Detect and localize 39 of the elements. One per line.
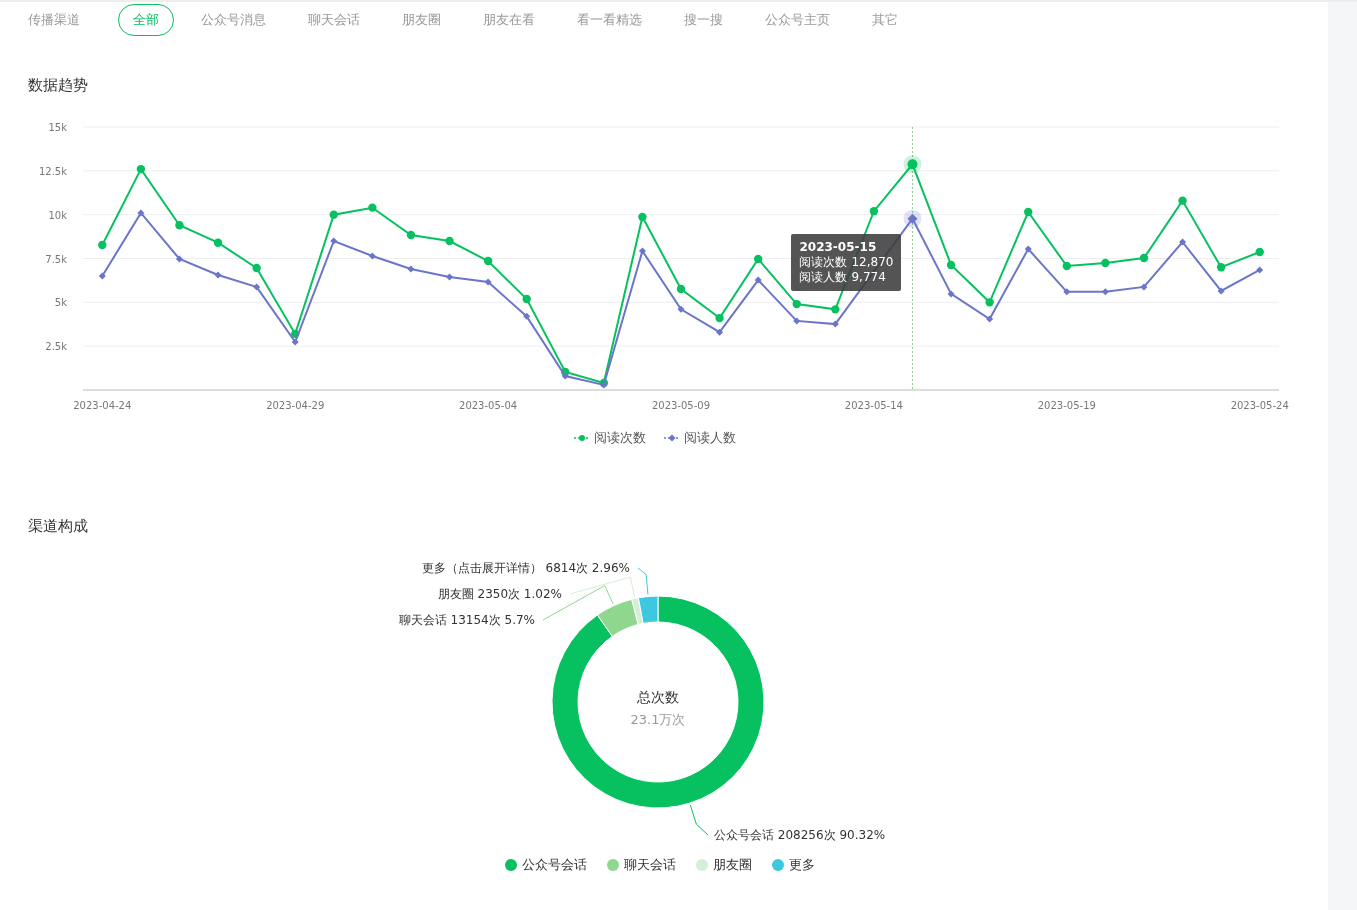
- slice-label: 朋友圈 2350次 1.02%: [437, 587, 562, 601]
- legend-label[interactable]: 更多: [789, 856, 815, 874]
- x-axis-label: 2023-05-19: [1037, 400, 1096, 411]
- y-axis-label: 10k: [48, 209, 67, 221]
- x-axis-label: 2023-05-14: [844, 400, 903, 411]
- section-title: 渠道构成: [28, 517, 89, 536]
- x-axis-label: 2023-04-24: [73, 400, 132, 411]
- legend-label[interactable]: 阅读次数: [594, 429, 646, 447]
- y-axis-label: 12.5k: [38, 165, 67, 177]
- x-axis-label: 2023-04-29: [266, 400, 325, 411]
- y-axis-label: 5k: [54, 297, 67, 309]
- legend-label[interactable]: 朋友圈: [713, 856, 752, 874]
- filter-label: 传播渠道: [28, 11, 80, 29]
- slice-label: 聊天会话 13154次 5.7%: [398, 613, 535, 627]
- tooltip-value: 12,870: [851, 255, 894, 271]
- channel-tab[interactable]: 公众号主页: [750, 4, 845, 36]
- channel-tab[interactable]: 朋友在看: [468, 4, 550, 36]
- y-axis-label: 7.5k: [45, 253, 67, 265]
- channel-tab[interactable]: 朋友圈: [387, 4, 456, 36]
- channel-tab[interactable]: 聊天会话: [293, 4, 375, 36]
- tooltip-value: 9,774: [851, 270, 886, 286]
- tooltip-label: 阅读人数: [799, 270, 848, 286]
- tooltip-label: 阅读次数: [799, 255, 848, 271]
- slice-label: 更多（点击展开详情） 6814次 2.96%: [421, 561, 630, 575]
- donut-center-title: 总次数: [637, 689, 679, 705]
- x-axis-label: 2023-05-04: [459, 400, 518, 411]
- channel-tab[interactable]: 其它: [857, 4, 913, 36]
- legend-label[interactable]: 公众号会话: [522, 856, 587, 874]
- slice-label: 公众号会话 208256次 90.32%: [714, 828, 886, 842]
- x-axis-label: 2023-05-09: [651, 400, 711, 411]
- channel-tab[interactable]: 公众号消息: [186, 4, 281, 36]
- y-axis-label: 15k: [48, 122, 67, 133]
- tooltip-date: 2023-05-15: [799, 240, 878, 256]
- legend-label[interactable]: 聊天会话: [624, 856, 676, 874]
- donut-center-value: 23.1万次: [630, 712, 686, 727]
- legend-label[interactable]: 阅读人数: [684, 429, 736, 447]
- section-title: 数据趋势: [28, 76, 89, 95]
- y-axis-label: 2.5k: [45, 341, 67, 353]
- x-axis-label: 2023-05-24: [1230, 400, 1289, 411]
